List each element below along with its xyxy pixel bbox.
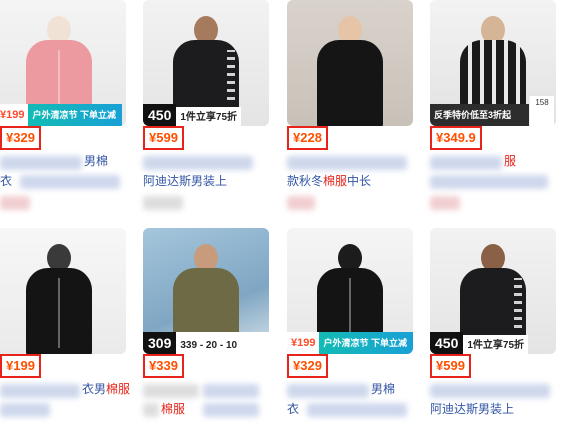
coupon-badge: ¥199 [0, 104, 29, 126]
product-title-line2[interactable]: 衣 [0, 172, 18, 190]
price-label: ¥349.9 [430, 126, 482, 150]
product-image[interactable]: 450 1件立享75折 [430, 228, 556, 354]
product-card[interactable]: 309 339 - 20 - 10 ¥339 棉服 [143, 228, 275, 438]
promo-banner: 反季特价低至3折起 [430, 104, 530, 126]
product-image[interactable] [0, 228, 126, 354]
product-image[interactable] [287, 0, 413, 126]
product-card[interactable]: ¥199 户外清凉节 下单立减 ¥329 男棉 衣 [0, 0, 132, 210]
product-image[interactable]: ¥199 户外清凉节 下单立减 [287, 228, 413, 354]
product-card[interactable]: 450 1件立享75折 ¥599 阿迪达斯男装上 [143, 0, 275, 210]
price-label: ¥199 [0, 354, 41, 378]
product-image[interactable]: ¥199 户外清凉节 下单立减 [0, 0, 126, 126]
promo-banner: 450 1件立享75折 [430, 332, 556, 354]
promo-price: 450 [430, 332, 464, 354]
product-title[interactable]: 棉服 [161, 400, 201, 418]
product-title[interactable]: 衣男棉服 [82, 380, 132, 398]
price-label: ¥339 [143, 354, 184, 378]
promo-banner: 309 339 - 20 - 10 [143, 332, 269, 354]
product-title[interactable]: 男棉 [371, 380, 419, 398]
product-title[interactable]: 阿迪达斯男装上 [430, 400, 560, 418]
price-badge: 158 [529, 96, 554, 126]
product-card[interactable]: ¥199 衣男棉服 [0, 228, 132, 438]
product-card[interactable]: 450 1件立享75折 ¥599 阿迪达斯男装上 [430, 228, 561, 438]
product-title[interactable]: 阿迪达斯男装上 [143, 172, 273, 190]
promo-banner: ¥199 户外清凉节 下单立减 [0, 104, 122, 126]
product-title[interactable]: 款秋冬棉服中长 [287, 172, 417, 190]
price-label: ¥599 [143, 126, 184, 150]
product-card[interactable]: 反季特价低至3折起 158 ¥349.9 服 [430, 0, 561, 210]
product-card[interactable]: ¥199 户外清凉节 下单立减 ¥329 男棉 衣 [287, 228, 419, 438]
product-image[interactable]: 450 1件立享75折 [143, 0, 269, 126]
price-label: ¥329 [0, 126, 41, 150]
promo-banner: 450 1件立享75折 [143, 104, 269, 126]
price-label: ¥228 [287, 126, 328, 150]
coupon-badge: ¥199 [287, 332, 320, 354]
product-title[interactable]: 服 [504, 152, 524, 170]
product-grid: ¥199 户外清凉节 下单立减 ¥329 男棉 衣 450 1件立享75折 ¥599… [0, 0, 561, 425]
price-label: ¥599 [430, 354, 471, 378]
product-image[interactable]: 309 339 - 20 - 10 [143, 228, 269, 354]
price-label: ¥329 [287, 354, 328, 378]
product-title-line2[interactable]: 衣 [287, 400, 305, 418]
promo-banner: ¥199 户外清凉节 下单立减 [287, 332, 413, 354]
product-title[interactable]: 男棉 [84, 152, 132, 170]
product-image[interactable]: 反季特价低至3折起 158 [430, 0, 556, 126]
promo-price: 450 [143, 104, 177, 126]
promo-price: 309 [143, 332, 177, 354]
product-card[interactable]: ¥228 款秋冬棉服中长 [287, 0, 419, 210]
